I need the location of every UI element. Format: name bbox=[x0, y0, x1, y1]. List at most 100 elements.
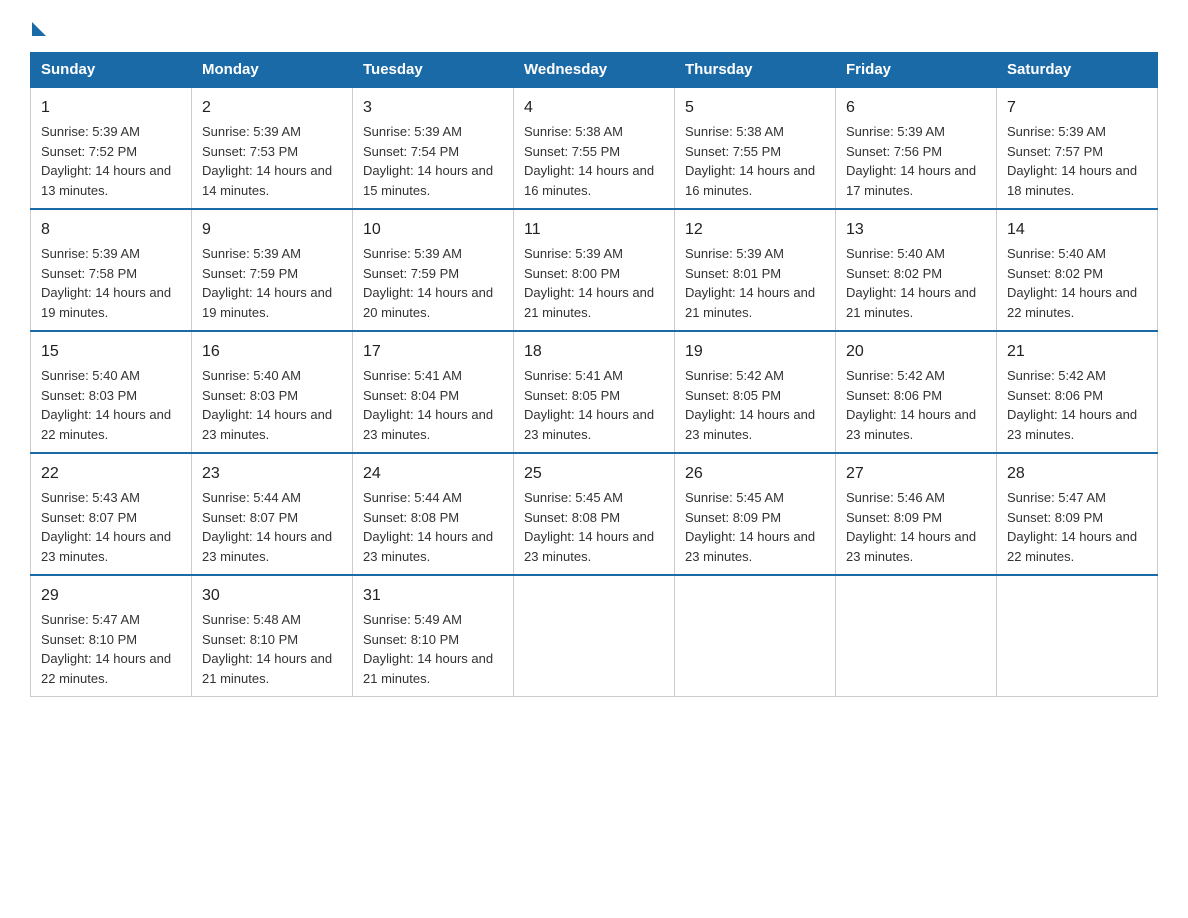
day-number: 22 bbox=[41, 462, 181, 486]
day-info: Sunrise: 5:45 AMSunset: 8:09 PMDaylight:… bbox=[685, 490, 815, 564]
day-number: 26 bbox=[685, 462, 825, 486]
day-number: 9 bbox=[202, 218, 342, 242]
calendar-cell: 19 Sunrise: 5:42 AMSunset: 8:05 PMDayligh… bbox=[675, 331, 836, 453]
weekday-header: Tuesday bbox=[353, 53, 514, 88]
day-number: 4 bbox=[524, 96, 664, 120]
day-number: 13 bbox=[846, 218, 986, 242]
calendar-cell: 12Sunrise: 5:39 AMSunset: 8:01 PMDayligh… bbox=[675, 209, 836, 331]
calendar-cell: 27 Sunrise: 5:46 AMSunset: 8:09 PMDayligh… bbox=[836, 453, 997, 575]
calendar-cell: 21 Sunrise: 5:42 AMSunset: 8:06 PMDayligh… bbox=[997, 331, 1158, 453]
day-info: Sunrise: 5:39 AMSunset: 7:58 PMDaylight:… bbox=[41, 246, 171, 320]
day-number: 17 bbox=[363, 340, 503, 364]
day-info: Sunrise: 5:41 AMSunset: 8:04 PMDaylight:… bbox=[363, 368, 493, 442]
calendar-body: 1Sunrise: 5:39 AMSunset: 7:52 PMDaylight… bbox=[31, 87, 1158, 697]
day-number: 16 bbox=[202, 340, 342, 364]
calendar-cell: 3Sunrise: 5:39 AMSunset: 7:54 PMDaylight… bbox=[353, 87, 514, 209]
day-number: 2 bbox=[202, 96, 342, 120]
calendar-cell: 30 Sunrise: 5:48 AMSunset: 8:10 PMDayligh… bbox=[192, 575, 353, 697]
day-number: 23 bbox=[202, 462, 342, 486]
day-info: Sunrise: 5:42 AMSunset: 8:06 PMDaylight:… bbox=[846, 368, 976, 442]
day-number: 20 bbox=[846, 340, 986, 364]
day-number: 28 bbox=[1007, 462, 1147, 486]
day-info: Sunrise: 5:38 AMSunset: 7:55 PMDaylight:… bbox=[524, 124, 654, 198]
calendar-week-row: 22 Sunrise: 5:43 AMSunset: 8:07 PMDayligh… bbox=[31, 453, 1158, 575]
day-number: 30 bbox=[202, 584, 342, 608]
calendar-cell: 18 Sunrise: 5:41 AMSunset: 8:05 PMDayligh… bbox=[514, 331, 675, 453]
weekday-header: Wednesday bbox=[514, 53, 675, 88]
day-number: 27 bbox=[846, 462, 986, 486]
calendar-cell bbox=[997, 575, 1158, 697]
calendar-cell: 31 Sunrise: 5:49 AMSunset: 8:10 PMDayligh… bbox=[353, 575, 514, 697]
day-info: Sunrise: 5:45 AMSunset: 8:08 PMDaylight:… bbox=[524, 490, 654, 564]
calendar-cell: 5 Sunrise: 5:38 AMSunset: 7:55 PMDaylight… bbox=[675, 87, 836, 209]
weekday-header: Saturday bbox=[997, 53, 1158, 88]
page-header bbox=[30, 20, 1158, 34]
calendar-cell: 4 Sunrise: 5:38 AMSunset: 7:55 PMDaylight… bbox=[514, 87, 675, 209]
day-info: Sunrise: 5:42 AMSunset: 8:06 PMDaylight:… bbox=[1007, 368, 1137, 442]
day-number: 11 bbox=[524, 218, 664, 242]
day-number: 1 bbox=[41, 96, 181, 120]
calendar-week-row: 15 Sunrise: 5:40 AMSunset: 8:03 PMDayligh… bbox=[31, 331, 1158, 453]
calendar-cell: 6 Sunrise: 5:39 AMSunset: 7:56 PMDaylight… bbox=[836, 87, 997, 209]
calendar-cell: 13 Sunrise: 5:40 AMSunset: 8:02 PMDayligh… bbox=[836, 209, 997, 331]
day-number: 15 bbox=[41, 340, 181, 364]
weekday-header: Monday bbox=[192, 53, 353, 88]
calendar-cell: 2 Sunrise: 5:39 AMSunset: 7:53 PMDaylight… bbox=[192, 87, 353, 209]
day-number: 8 bbox=[41, 218, 181, 242]
day-number: 24 bbox=[363, 462, 503, 486]
day-info: Sunrise: 5:39 AMSunset: 7:56 PMDaylight:… bbox=[846, 124, 976, 198]
calendar-cell: 26 Sunrise: 5:45 AMSunset: 8:09 PMDayligh… bbox=[675, 453, 836, 575]
day-number: 18 bbox=[524, 340, 664, 364]
day-info: Sunrise: 5:40 AMSunset: 8:03 PMDaylight:… bbox=[202, 368, 332, 442]
weekday-header: Friday bbox=[836, 53, 997, 88]
logo-arrow-icon bbox=[32, 22, 46, 36]
day-number: 10 bbox=[363, 218, 503, 242]
day-number: 19 bbox=[685, 340, 825, 364]
calendar-cell bbox=[836, 575, 997, 697]
day-info: Sunrise: 5:40 AMSunset: 8:03 PMDaylight:… bbox=[41, 368, 171, 442]
day-number: 14 bbox=[1007, 218, 1147, 242]
day-info: Sunrise: 5:39 AMSunset: 7:53 PMDaylight:… bbox=[202, 124, 332, 198]
day-info: Sunrise: 5:44 AMSunset: 8:08 PMDaylight:… bbox=[363, 490, 493, 564]
calendar-cell: 10Sunrise: 5:39 AMSunset: 7:59 PMDayligh… bbox=[353, 209, 514, 331]
day-number: 29 bbox=[41, 584, 181, 608]
calendar-cell: 1Sunrise: 5:39 AMSunset: 7:52 PMDaylight… bbox=[31, 87, 192, 209]
calendar-cell: 22 Sunrise: 5:43 AMSunset: 8:07 PMDayligh… bbox=[31, 453, 192, 575]
day-info: Sunrise: 5:49 AMSunset: 8:10 PMDaylight:… bbox=[363, 612, 493, 686]
logo bbox=[30, 20, 46, 34]
day-number: 7 bbox=[1007, 96, 1147, 120]
day-info: Sunrise: 5:47 AMSunset: 8:10 PMDaylight:… bbox=[41, 612, 171, 686]
day-info: Sunrise: 5:42 AMSunset: 8:05 PMDaylight:… bbox=[685, 368, 815, 442]
calendar-cell: 9Sunrise: 5:39 AMSunset: 7:59 PMDaylight… bbox=[192, 209, 353, 331]
calendar-cell: 20 Sunrise: 5:42 AMSunset: 8:06 PMDayligh… bbox=[836, 331, 997, 453]
day-info: Sunrise: 5:48 AMSunset: 8:10 PMDaylight:… bbox=[202, 612, 332, 686]
day-number: 31 bbox=[363, 584, 503, 608]
day-info: Sunrise: 5:39 AMSunset: 7:54 PMDaylight:… bbox=[363, 124, 493, 198]
calendar-cell: 8 Sunrise: 5:39 AMSunset: 7:58 PMDaylight… bbox=[31, 209, 192, 331]
day-number: 25 bbox=[524, 462, 664, 486]
calendar-table: SundayMondayTuesdayWednesdayThursdayFrid… bbox=[30, 52, 1158, 697]
calendar-week-row: 8 Sunrise: 5:39 AMSunset: 7:58 PMDaylight… bbox=[31, 209, 1158, 331]
calendar-cell: 17 Sunrise: 5:41 AMSunset: 8:04 PMDayligh… bbox=[353, 331, 514, 453]
calendar-cell: 24 Sunrise: 5:44 AMSunset: 8:08 PMDayligh… bbox=[353, 453, 514, 575]
day-number: 6 bbox=[846, 96, 986, 120]
calendar-cell: 16 Sunrise: 5:40 AMSunset: 8:03 PMDayligh… bbox=[192, 331, 353, 453]
calendar-cell: 11 Sunrise: 5:39 AMSunset: 8:00 PMDayligh… bbox=[514, 209, 675, 331]
weekday-header: Thursday bbox=[675, 53, 836, 88]
calendar-week-row: 1Sunrise: 5:39 AMSunset: 7:52 PMDaylight… bbox=[31, 87, 1158, 209]
day-info: Sunrise: 5:46 AMSunset: 8:09 PMDaylight:… bbox=[846, 490, 976, 564]
day-info: Sunrise: 5:41 AMSunset: 8:05 PMDaylight:… bbox=[524, 368, 654, 442]
calendar-cell bbox=[675, 575, 836, 697]
calendar-cell: 23 Sunrise: 5:44 AMSunset: 8:07 PMDayligh… bbox=[192, 453, 353, 575]
day-info: Sunrise: 5:38 AMSunset: 7:55 PMDaylight:… bbox=[685, 124, 815, 198]
day-info: Sunrise: 5:44 AMSunset: 8:07 PMDaylight:… bbox=[202, 490, 332, 564]
day-info: Sunrise: 5:39 AMSunset: 7:57 PMDaylight:… bbox=[1007, 124, 1137, 198]
day-info: Sunrise: 5:39 AMSunset: 8:00 PMDaylight:… bbox=[524, 246, 654, 320]
day-info: Sunrise: 5:40 AMSunset: 8:02 PMDaylight:… bbox=[846, 246, 976, 320]
day-info: Sunrise: 5:43 AMSunset: 8:07 PMDaylight:… bbox=[41, 490, 171, 564]
day-number: 21 bbox=[1007, 340, 1147, 364]
calendar-cell: 15 Sunrise: 5:40 AMSunset: 8:03 PMDayligh… bbox=[31, 331, 192, 453]
day-number: 5 bbox=[685, 96, 825, 120]
weekday-header: Sunday bbox=[31, 53, 192, 88]
day-info: Sunrise: 5:40 AMSunset: 8:02 PMDaylight:… bbox=[1007, 246, 1137, 320]
